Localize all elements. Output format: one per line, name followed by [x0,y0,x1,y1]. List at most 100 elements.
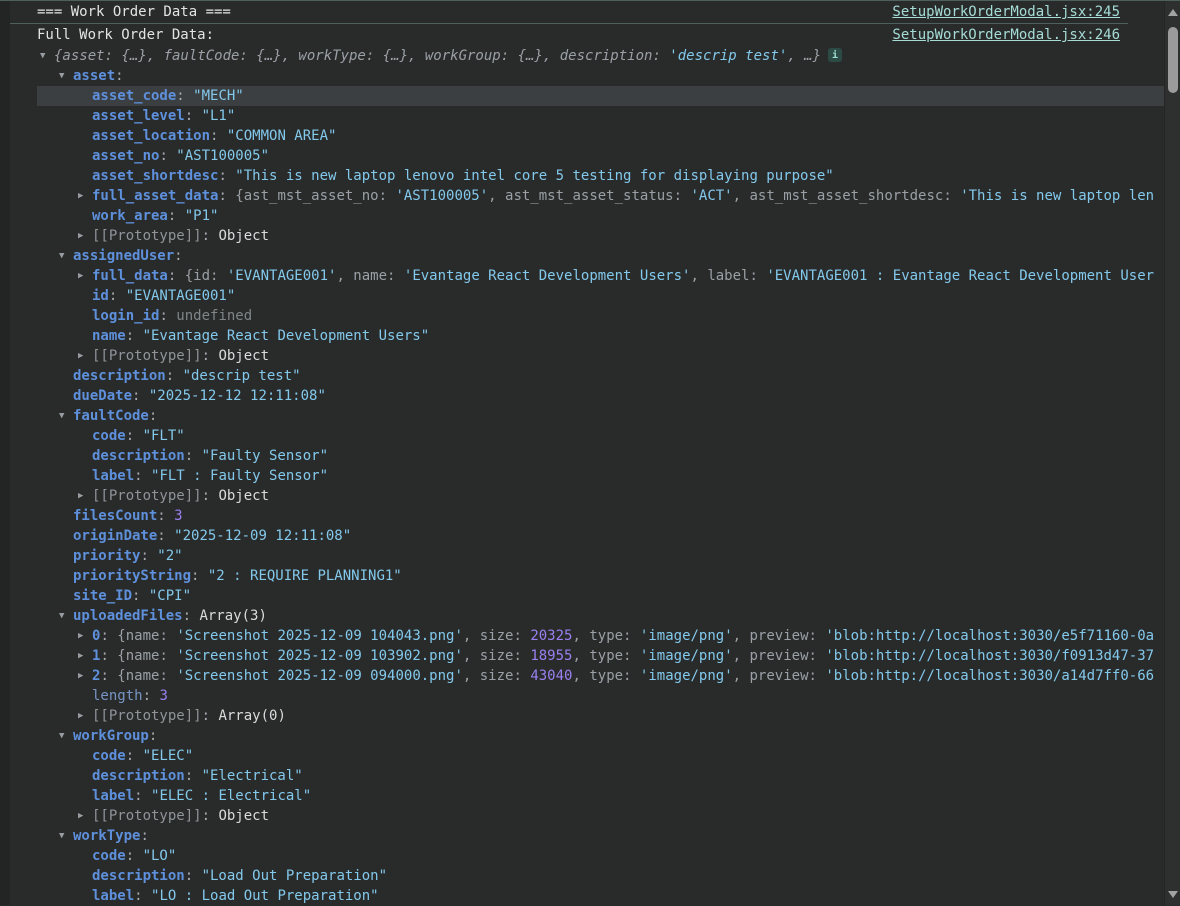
source-link[interactable]: SetupWorkOrderModal.jsx:245 [892,1,1120,22]
tree-row: label: "ELEC : Electrical" [37,786,1164,806]
expander-collapsed-icon[interactable]: ▶ [78,706,92,726]
expander-expanded-icon[interactable]: ▼ [59,826,73,846]
token-p: : [168,268,185,284]
expander-collapsed-icon[interactable]: ▶ [78,226,92,246]
token-k: name [92,328,126,344]
token-k: description [73,368,166,384]
tree-row[interactable]: ▶[[Prototype]]: Object [37,806,1164,826]
token-p: : [115,68,123,84]
token-g: , size: [463,628,530,644]
info-icon[interactable]: i [828,48,842,62]
expander-expanded-icon[interactable]: ▼ [59,406,73,426]
token-k: asset_no [92,148,159,164]
scroll-up-arrow-icon[interactable] [1168,9,1178,16]
token-p: : [218,188,235,204]
token-p: : [185,868,202,884]
expander-collapsed-icon[interactable]: ▶ [78,646,92,666]
expander-expanded-icon[interactable]: ▼ [59,606,73,626]
token-p: : [134,888,151,904]
tree-row[interactable]: ▶full_data: {id: 'EVANTAGE001', name: 'E… [37,266,1164,286]
expander-collapsed-icon[interactable]: ▶ [78,626,92,646]
object-tree: ▼{asset: {…}, faultCode: {…}, workType: … [37,46,1164,906]
token-g: {asset: {…}, faultCode: {…}, workType: {… [54,48,669,64]
tree-row[interactable]: ▶[[Prototype]]: Object [37,346,1164,366]
token-u: undefined [176,308,252,324]
token-k: description [92,448,185,464]
token-k: description [92,868,185,884]
token-g: , ast_mst_asset_status: [488,188,690,204]
expander-expanded-icon[interactable]: ▼ [59,66,73,86]
scrollbar-thumb[interactable] [1168,27,1178,93]
tree-row[interactable]: ▼workGroup: [37,726,1164,746]
token-p: : [202,488,219,504]
token-s: "LO" [143,848,177,864]
tree-row[interactable]: ▶1: {name: 'Screenshot 2025-12-09 103902… [37,646,1164,666]
token-p: : [132,588,149,604]
tree-row[interactable]: ▶2: {name: 'Screenshot 2025-12-09 094000… [37,666,1164,686]
tree-row[interactable]: ▶0: {name: 'Screenshot 2025-12-09 104043… [37,626,1164,646]
token-s: "P1" [185,208,219,224]
tree-row[interactable]: ▶[[Prototype]]: Object [37,226,1164,246]
tree-row: id: "EVANTAGE001" [37,286,1164,306]
tree-row: code: "ELEC" [37,746,1164,766]
tree-row[interactable]: ▼uploadedFiles: Array(3) [37,606,1164,626]
token-p: : [202,348,219,364]
token-s: "L1" [202,108,236,124]
expander-collapsed-icon[interactable]: ▶ [78,666,92,686]
token-s: 'image/png' [640,668,733,684]
tree-row[interactable]: ▶full_asset_data: {ast_mst_asset_no: 'AS… [37,186,1164,206]
expander-collapsed-icon[interactable]: ▶ [78,346,92,366]
token-s: "ELEC : Electrical" [151,788,311,804]
token-c: Object [218,808,269,824]
token-p: : [159,308,176,324]
tree-row[interactable]: ▼assignedUser: [37,246,1164,266]
token-p: : [202,708,219,724]
token-k: code [92,428,126,444]
tree-row[interactable]: ▼asset: [37,66,1164,86]
expander-collapsed-icon[interactable]: ▶ [78,266,92,286]
expander-collapsed-icon[interactable]: ▶ [78,806,92,826]
token-s: "descrip test" [183,368,301,384]
token-g: , type: [572,628,639,644]
tree-row: login_id: undefined [37,306,1164,326]
token-s: "COMMON AREA" [227,128,337,144]
expander-expanded-icon[interactable]: ▼ [59,246,73,266]
tree-row[interactable]: ▼faultCode: [37,406,1164,426]
source-link[interactable]: SetupWorkOrderModal.jsx:246 [892,24,1120,45]
expander-collapsed-icon[interactable]: ▶ [78,186,92,206]
token-k: asset [73,68,115,84]
expander-collapsed-icon[interactable]: ▶ [78,486,92,506]
expander-expanded-icon[interactable]: ▼ [40,46,54,66]
token-k: dueDate [73,388,132,404]
token-g: , preview: [733,628,826,644]
token-k: label [92,888,134,904]
token-s: 'Screenshot 2025-12-09 094000.png' [176,668,463,684]
token-s: 'EVANTAGE001' [227,268,337,284]
tree-row[interactable]: ▶[[Prototype]]: Object [37,486,1164,506]
token-n: 20325 [530,628,572,644]
token-k: full_asset_data [92,188,218,204]
tree-row[interactable]: ▼workType: [37,826,1164,846]
token-k: asset_level [92,108,185,124]
tree-row: description: "Faulty Sensor" [37,446,1164,466]
token-g: , preview: [733,668,826,684]
token-c: Object [218,228,269,244]
expander-expanded-icon[interactable]: ▼ [59,726,73,746]
scroll-down-arrow-icon[interactable] [1168,891,1178,898]
token-p: : [149,408,157,424]
token-p: : [157,528,174,544]
vertical-scrollbar[interactable] [1164,1,1180,905]
token-s: "2" [157,548,182,564]
token-k: login_id [92,308,159,324]
token-s: 'Screenshot 2025-12-09 104043.png' [176,628,463,644]
tree-row[interactable]: ▼{asset: {…}, faultCode: {…}, workType: … [37,46,1164,66]
token-k: uploadedFiles [73,608,183,624]
token-p: : [100,628,117,644]
tree-row[interactable]: ▶[[Prototype]]: Array(0) [37,706,1164,726]
token-s: 'image/png' [640,628,733,644]
token-p: : [210,128,227,144]
token-p: : [140,548,157,564]
token-g: , size: [463,668,530,684]
token-g: , preview: [733,648,826,664]
token-k: full_data [92,268,168,284]
